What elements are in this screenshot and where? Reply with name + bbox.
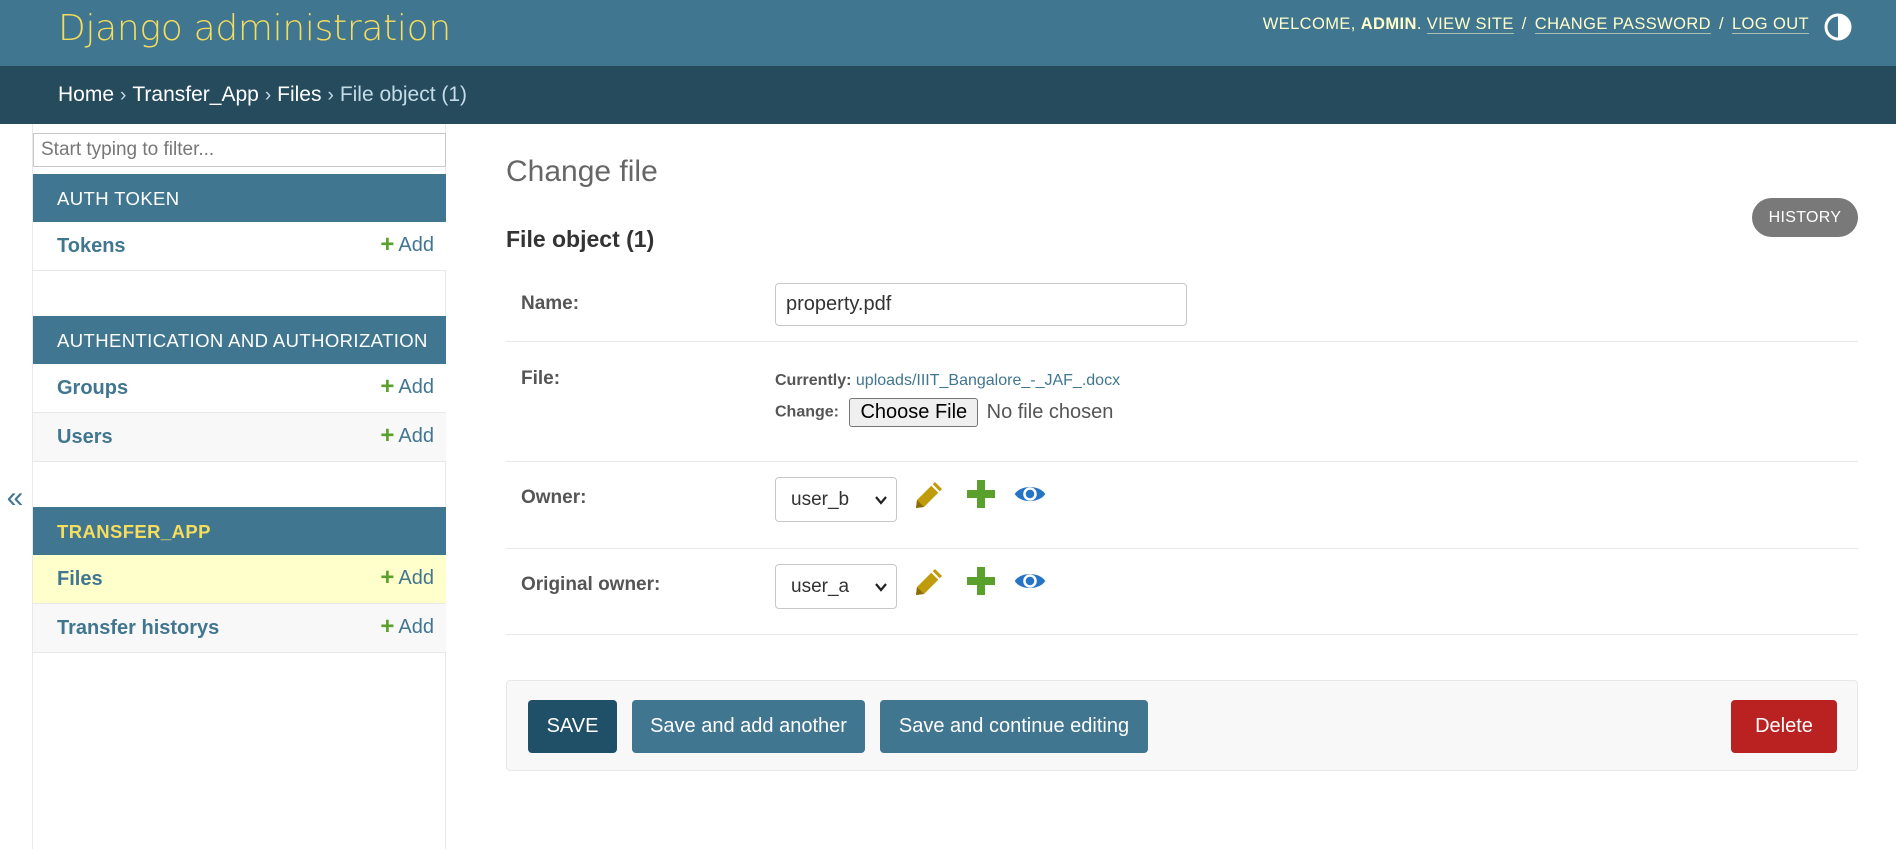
add-label: Add <box>398 234 434 256</box>
model-link[interactable]: Tokens <box>57 235 126 258</box>
theme-toggle-icon[interactable] <box>1823 12 1853 42</box>
add-label: Add <box>398 616 434 638</box>
sidebar-item-transfer-historys: Transfer historys + Add <box>33 604 446 653</box>
plus-icon: + <box>380 231 395 258</box>
form-row-original-owner: Original owner: user_a <box>506 549 1858 635</box>
add-related-icon[interactable] <box>964 564 998 598</box>
separator: / <box>1521 15 1527 33</box>
name-label: Name: <box>521 293 580 314</box>
change-password-link[interactable]: CHANGE PASSWORD <box>1534 15 1711 34</box>
submit-row: SAVE Save and add another Save and conti… <box>506 680 1858 771</box>
change-label: Change: <box>775 403 839 421</box>
original-owner-label: Original owner: <box>521 574 661 595</box>
current-file-link[interactable]: uploads/IIIT_Bangalore_-_JAF_.docx <box>856 372 1120 389</box>
breadcrumb-app[interactable]: Transfer_App <box>132 83 258 106</box>
add-label: Add <box>398 376 434 398</box>
app-caption[interactable]: AUTH TOKEN <box>33 174 446 222</box>
breadcrumb: Home › Transfer_App › Files › File object (1) <box>0 66 1896 124</box>
nav-filter-input[interactable] <box>33 133 446 167</box>
sidebar-item-groups: Groups + Add <box>33 364 446 413</box>
form-row-file: File: Currently: uploads/IIIT_Bangalore_… <box>506 342 1858 462</box>
model-link[interactable]: Files <box>57 568 103 591</box>
chevron-down-icon <box>875 496 887 505</box>
sidebar-item-tokens: Tokens + Add <box>33 222 446 271</box>
log-out-link[interactable]: LOG OUT <box>1731 15 1809 34</box>
breadcrumb-separator: › <box>327 85 334 106</box>
name-input[interactable] <box>775 283 1187 326</box>
model-link[interactable]: Groups <box>57 377 128 400</box>
delete-button[interactable]: Delete <box>1731 700 1837 753</box>
plus-icon: + <box>380 422 395 449</box>
plus-icon: + <box>380 373 395 400</box>
site-header: Django administration WELCOME, ADMIN. VI… <box>0 0 1896 66</box>
form-row-name: Name: <box>506 266 1858 342</box>
breadcrumb-home[interactable]: Home <box>58 83 114 106</box>
sidebar-item-users: Users + Add <box>33 413 446 462</box>
breadcrumb-separator: › <box>264 85 272 106</box>
object-subtitle: File object (1) <box>506 226 655 252</box>
chevron-down-icon <box>875 583 887 592</box>
site-branding[interactable]: Django administration <box>58 8 451 49</box>
plus-icon: + <box>380 613 395 640</box>
app-module-auth: AUTHENTICATION AND AUTHORIZATION Groups … <box>33 316 446 462</box>
breadcrumb-model[interactable]: Files <box>277 83 321 106</box>
save-button[interactable]: SAVE <box>528 700 617 753</box>
original-owner-select[interactable]: user_a <box>775 564 897 609</box>
model-link[interactable]: Users <box>57 426 113 449</box>
welcome-text: WELCOME, <box>1262 15 1356 33</box>
currently-label: Currently: <box>775 372 852 389</box>
form-row-owner: Owner: user_b <box>506 462 1858 549</box>
file-change: Change: Choose File No file chosen <box>775 398 1113 427</box>
add-link[interactable]: + Add <box>380 564 434 591</box>
model-link[interactable]: Transfer historys <box>57 617 219 640</box>
add-link[interactable]: + Add <box>380 422 434 449</box>
add-label: Add <box>398 567 434 589</box>
pencil-icon[interactable] <box>912 478 946 512</box>
add-link[interactable]: + Add <box>380 231 434 258</box>
page-title: Change file <box>506 155 658 188</box>
view-site-link[interactable]: VIEW SITE <box>1426 15 1514 34</box>
username: ADMIN <box>1360 15 1417 33</box>
user-tools: WELCOME, ADMIN. VIEW SITE / CHANGE PASSW… <box>1262 15 1809 34</box>
breadcrumb-separator: › <box>120 85 127 106</box>
app-module-transfer-app: TRANSFER_APP Files + Add Transfer history… <box>33 507 446 653</box>
file-currently: Currently: uploads/IIIT_Bangalore_-_JAF_… <box>775 372 1120 390</box>
eye-icon[interactable] <box>1013 564 1047 598</box>
no-file-text: No file chosen <box>986 401 1114 423</box>
plus-icon: + <box>380 564 395 591</box>
separator: / <box>1718 15 1724 33</box>
original-owner-selected-value: user_a <box>791 576 850 597</box>
app-caption[interactable]: AUTHENTICATION AND AUTHORIZATION <box>33 316 446 364</box>
add-link[interactable]: + Add <box>380 373 434 400</box>
breadcrumb-current: File object (1) <box>339 83 468 106</box>
pencil-icon[interactable] <box>912 565 946 599</box>
add-link[interactable]: + Add <box>380 613 434 640</box>
sidebar-item-files: Files + Add <box>33 555 446 604</box>
add-label: Add <box>398 425 434 447</box>
file-label: File: <box>521 368 561 389</box>
nav-sidebar: AUTH TOKEN Tokens +Add AUTHENTICATION AN… <box>32 124 446 849</box>
choose-file-button[interactable]: Choose File <box>849 398 979 427</box>
owner-label: Owner: <box>521 487 587 508</box>
app-module-auth-token: AUTH TOKEN Tokens + Add <box>33 174 446 271</box>
owner-select[interactable]: user_b <box>775 477 897 522</box>
owner-selected-value: user_b <box>791 489 850 510</box>
history-button[interactable]: HISTORY <box>1752 198 1858 237</box>
save-and-add-another-button[interactable]: Save and add another <box>632 700 865 753</box>
toggle-sidebar-button[interactable]: « <box>0 478 30 518</box>
add-related-icon[interactable] <box>964 477 998 511</box>
eye-icon[interactable] <box>1013 477 1047 511</box>
app-caption[interactable]: TRANSFER_APP <box>33 507 446 555</box>
save-and-continue-button[interactable]: Save and continue editing <box>880 700 1148 753</box>
